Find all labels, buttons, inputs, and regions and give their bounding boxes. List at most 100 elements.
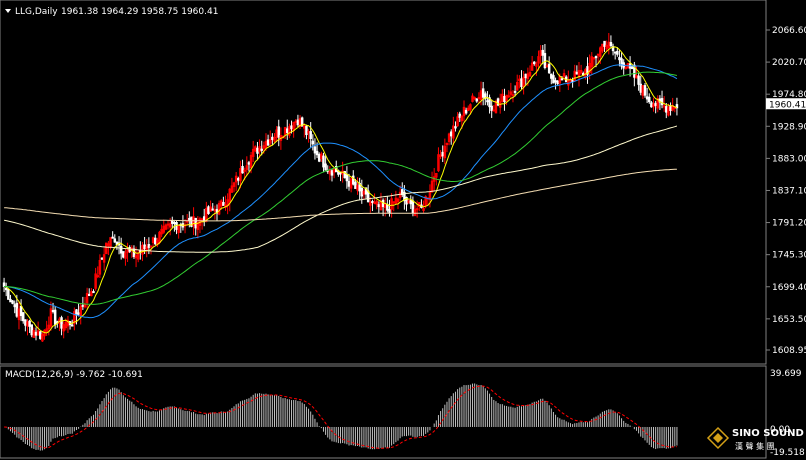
watermark-sub: 漢 聲 集 團: [735, 441, 775, 451]
candle: [643, 85, 647, 96]
candle: [449, 131, 453, 137]
current-price-tag: 1960.41: [766, 98, 806, 110]
candle: [100, 257, 104, 260]
candle: [173, 221, 176, 224]
candle: [481, 88, 485, 98]
candle: [290, 125, 293, 130]
candle: [377, 204, 381, 208]
candle: [34, 331, 38, 336]
candle: [665, 106, 668, 113]
candle: [119, 245, 123, 254]
candle: [296, 119, 300, 126]
candle: [371, 201, 374, 204]
candle: [550, 73, 553, 79]
candle: [547, 63, 551, 74]
candle: [122, 251, 125, 258]
candle: [24, 319, 27, 326]
candle: [624, 67, 628, 70]
candle: [618, 57, 621, 61]
candle: [645, 96, 649, 100]
price-tick-label: 1791.20: [772, 219, 806, 229]
candle: [271, 136, 274, 140]
candle: [513, 90, 517, 93]
candle: [166, 223, 170, 226]
price-tick-label: 1928.90: [772, 122, 806, 132]
candle: [464, 109, 468, 114]
candle: [81, 304, 85, 307]
candle: [247, 162, 251, 165]
candle: [4, 287, 8, 291]
macd-scale-top: 39.699: [770, 369, 802, 379]
candle: [639, 83, 642, 93]
candle: [75, 309, 78, 316]
candle: [222, 202, 225, 206]
candle: [315, 150, 319, 156]
candle: [415, 208, 419, 211]
price-axis: 2066.602020.701974.801928.901883.001837.…: [766, 26, 806, 356]
candle: [511, 94, 515, 97]
candle: [490, 105, 493, 111]
candle: [392, 201, 395, 204]
watermark-brand: SINO SOUND: [732, 428, 804, 439]
candle: [113, 238, 117, 243]
candle: [411, 200, 415, 214]
candle: [486, 100, 489, 103]
candle: [51, 310, 55, 313]
candle: [111, 236, 114, 239]
candle: [458, 113, 461, 118]
chart-header: LLG,Daily 1961.38 1964.29 1958.75 1960.4…: [5, 7, 218, 17]
candle: [603, 40, 606, 47]
candle: [147, 244, 151, 248]
candle: [524, 73, 527, 79]
candle: [648, 96, 651, 103]
candle: [241, 165, 244, 174]
chart-canvas[interactable]: LLG,Daily 1961.38 1964.29 1958.75 1960.4…: [0, 0, 806, 460]
candle: [7, 289, 10, 300]
candle: [388, 209, 391, 213]
candle: [660, 98, 664, 106]
price-tick-label: 1837.10: [772, 186, 806, 196]
price-tick-label: 1699.40: [772, 283, 806, 293]
candle: [669, 105, 672, 111]
candle: [260, 148, 263, 151]
candle: [541, 49, 545, 56]
candle: [409, 200, 413, 205]
candle: [149, 245, 153, 248]
price-tick-label: 2066.60: [772, 26, 806, 36]
candle: [11, 300, 14, 304]
candle: [352, 175, 355, 185]
candle: [171, 220, 174, 224]
candle: [571, 80, 574, 83]
candle: [507, 95, 510, 98]
candle: [609, 42, 613, 47]
candle: [9, 298, 12, 303]
candle: [324, 163, 327, 171]
candle: [560, 78, 564, 81]
candle: [277, 126, 280, 138]
candle: [347, 181, 351, 187]
price-tick-label: 1883.00: [772, 154, 806, 164]
candle: [213, 209, 217, 212]
candle: [211, 208, 214, 211]
candle: [188, 217, 191, 221]
candle: [503, 95, 506, 103]
candle: [492, 109, 496, 112]
macd-scale-bottom: -19.518: [770, 448, 805, 458]
candle: [305, 125, 308, 136]
price-tick-label: 2020.70: [772, 58, 806, 68]
candle: [87, 293, 91, 296]
candle: [286, 128, 289, 133]
candle: [654, 102, 657, 106]
candle: [30, 324, 33, 336]
candle: [15, 302, 19, 317]
price-tick-label: 1608.95: [772, 346, 806, 356]
candle: [650, 102, 653, 108]
candle: [616, 50, 619, 55]
candle: [330, 170, 334, 176]
candle: [2, 282, 6, 287]
candle: [294, 120, 298, 123]
candle: [552, 75, 555, 84]
candle: [556, 80, 559, 85]
candle: [637, 75, 640, 85]
candle: [115, 241, 119, 245]
